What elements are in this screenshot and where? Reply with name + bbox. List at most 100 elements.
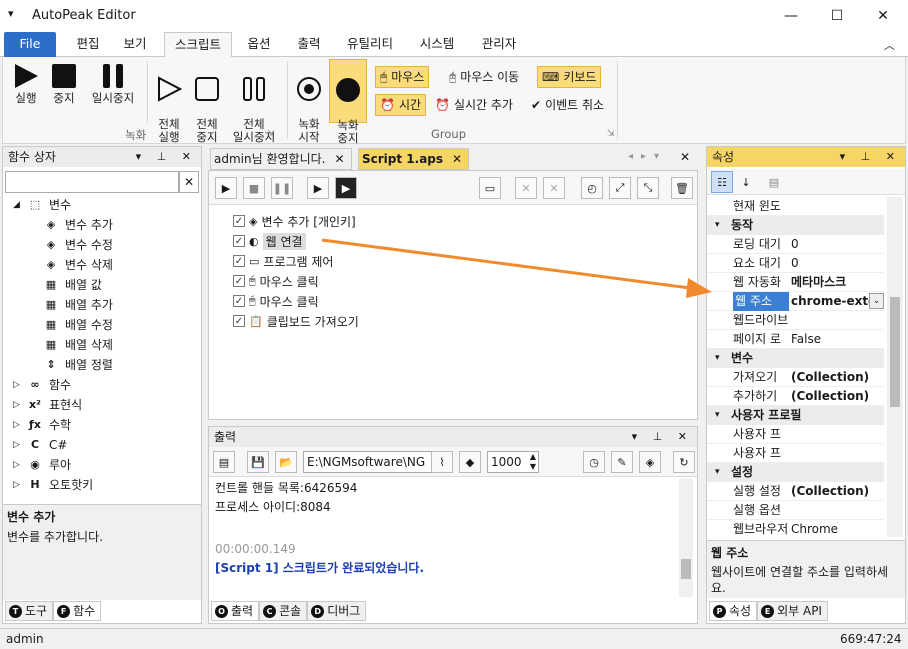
property-row[interactable]: 추가하기 (Collection) <box>707 387 884 406</box>
dialog-launcher-icon[interactable]: ⇲ <box>267 129 275 139</box>
property-row[interactable]: 웹드라이브 <box>707 311 884 330</box>
property-pages-icon[interactable]: ▤ <box>763 171 785 193</box>
stop-button[interactable]: 중지 <box>47 63 81 105</box>
property-value[interactable]: False <box>791 330 883 349</box>
property-category[interactable]: ▾ 사용자 프로필 <box>707 406 884 425</box>
property-row[interactable]: 사용자 프 <box>707 444 884 463</box>
event-cancel-button[interactable]: ✔ 이벤트 취소 <box>527 94 608 116</box>
expand-arrow-icon[interactable]: ▷ <box>13 435 21 455</box>
step-icon[interactable]: ▶ <box>307 177 329 199</box>
collapse-ribbon-icon[interactable]: ︿ <box>884 37 895 53</box>
quick-access-menu-icon[interactable]: ▾ <box>8 7 14 20</box>
delay-stepper[interactable]: 1000 ▲ ▼ <box>487 451 539 473</box>
record-start-button[interactable]: 녹화 시작 <box>291 63 327 144</box>
expand-icon[interactable]: ⤢ <box>609 177 631 199</box>
expand-arrow-icon[interactable]: ▷ <box>13 475 21 495</box>
line-checkbox[interactable]: ✓ <box>233 315 245 327</box>
tab-script-1[interactable]: Script 1.aps ✕ <box>358 148 470 170</box>
output-scrollbar[interactable] <box>679 479 693 597</box>
categorized-icon[interactable]: ☷ <box>711 171 733 193</box>
collapse-chevron-icon[interactable]: ▾ <box>715 406 720 425</box>
property-row[interactable]: 웹브라우저 Chrome <box>707 520 884 537</box>
script-line[interactable]: ✓ ◈ 변수 추가 [개인키] <box>233 211 356 231</box>
function-search-input[interactable] <box>5 171 179 193</box>
step-over-icon[interactable]: ▶ <box>335 177 357 199</box>
tree-category[interactable]: ▷ x² 표현식 <box>13 395 82 415</box>
run-script-icon[interactable]: ▶ <box>215 177 237 199</box>
scroll-thumb[interactable] <box>681 559 691 579</box>
maximize-button[interactable]: ☐ <box>814 0 860 32</box>
property-row[interactable]: 페이지 로 False <box>707 330 884 349</box>
property-row[interactable]: 웹 자동화 메타마스크 <box>707 273 884 292</box>
remove-all-icon[interactable]: ✕ <box>543 177 565 199</box>
paint-bucket-icon[interactable]: ◈ <box>639 451 661 473</box>
tree-item[interactable]: ◈ 변수 수정 <box>43 235 113 255</box>
pause-script-icon[interactable]: ❚❚ <box>271 177 293 199</box>
stepper-arrows-icon[interactable]: ▲ ▼ <box>530 452 536 472</box>
property-row[interactable]: 현재 윈도 <box>707 197 884 216</box>
run-all-button[interactable]: 전체 실행 <box>151 63 187 144</box>
property-value[interactable]: (Collection) <box>791 387 883 406</box>
property-value[interactable]: (Collection) <box>791 368 883 387</box>
tab-welcome[interactable]: admin님 환영합니다. ✕ <box>210 148 352 170</box>
property-row[interactable]: 실행 옵션 <box>707 501 884 520</box>
clear-search-icon[interactable]: ✕ <box>179 171 199 193</box>
tree-category[interactable]: ▷ ◉ 루아 <box>13 455 71 475</box>
record-stop-button[interactable]: 녹화 중지 <box>329 59 367 145</box>
output-path-field[interactable]: E:\NGMsoftware\NG <box>303 451 445 473</box>
collapse-chevron-icon[interactable]: ▾ <box>715 463 720 482</box>
property-row[interactable]: 요소 대기 0 <box>707 254 884 273</box>
tree-category[interactable]: ▷ C C# <box>13 435 67 455</box>
tab-file[interactable]: File <box>4 32 56 57</box>
property-row[interactable]: 사용자 프 <box>707 425 884 444</box>
mouse-move-button[interactable]: 🖰 마우스 이동 <box>445 66 523 88</box>
tree-item[interactable]: ◈ 변수 삭제 <box>43 255 113 275</box>
property-value[interactable]: 0 <box>791 235 883 254</box>
line-checkbox[interactable]: ✓ <box>233 255 245 267</box>
realtime-add-button[interactable]: ⏰ 실시간 추가 <box>431 94 517 116</box>
collapse-chevron-icon[interactable]: ▾ <box>715 349 720 368</box>
eraser-icon[interactable]: ◆ <box>459 451 481 473</box>
tree-item[interactable]: ◈ 변수 추가 <box>43 215 113 235</box>
line-checkbox[interactable]: ✓ <box>233 215 245 227</box>
close-editor-icon[interactable]: ✕ <box>680 150 690 164</box>
tab-scroll-controls[interactable]: ◂▸▾ <box>628 151 667 162</box>
line-checkbox[interactable]: ✓ <box>233 275 245 287</box>
sort-alpha-icon[interactable]: ↓ <box>735 171 757 193</box>
paintbrush-icon[interactable]: ✎ <box>611 451 633 473</box>
script-line[interactable]: ✓ ◐ 웹 연결 <box>233 231 306 251</box>
tab-properties[interactable]: P 속성 <box>709 601 758 621</box>
tab-console[interactable]: C 콘솔 <box>259 601 308 621</box>
properties-scrollbar[interactable] <box>887 197 903 537</box>
tree-category[interactable]: ◢ ⬚ 변수 <box>13 195 71 215</box>
tab-output-log[interactable]: O 출력 <box>211 601 260 621</box>
panel-controls[interactable]: ▾ ⊥ ✕ <box>632 427 693 447</box>
tab-output[interactable]: 출력 <box>288 32 330 57</box>
tab-tools[interactable]: T 도구 <box>5 601 54 621</box>
tab-debug[interactable]: D 디버그 <box>307 601 367 621</box>
tree-item[interactable]: ⇕ 배열 정렬 <box>43 355 113 375</box>
brush-clean-icon[interactable]: ⌇ <box>431 451 453 473</box>
property-row[interactable]: 로딩 대기 0 <box>707 235 884 254</box>
property-value[interactable]: 0 <box>791 254 883 273</box>
tree-category[interactable]: ▷ H 오토핫키 <box>13 475 93 495</box>
pause-button[interactable]: 일시중지 <box>85 63 141 105</box>
script-line[interactable]: ✓ ▭ 프로그램 제어 <box>233 251 333 271</box>
property-value[interactable]: 메타마스크 <box>791 273 883 292</box>
dialog-launcher-icon[interactable]: ⇲ <box>607 129 615 139</box>
tab-system[interactable]: 시스템 <box>410 32 464 57</box>
line-checkbox[interactable]: ✓ <box>233 295 245 307</box>
property-value[interactable]: (Collection) <box>791 482 883 501</box>
tree-category[interactable]: ▷ ƒx 수학 <box>13 415 71 435</box>
dropdown-arrow-icon[interactable]: ⌄ <box>869 293 884 309</box>
stop-script-icon[interactable]: ■ <box>243 177 265 199</box>
remove-icon[interactable]: ✕ <box>515 177 537 199</box>
keyboard-record-button[interactable]: ⌨ 키보드 <box>537 66 602 88</box>
tab-external-api[interactable]: E 외부 API <box>757 601 828 621</box>
tree-item[interactable]: ▦ 배열 삭제 <box>43 335 113 355</box>
mouse-record-button[interactable]: 🖱 마우스 <box>375 66 430 88</box>
expand-arrow-icon[interactable]: ▷ <box>13 375 21 395</box>
folder-icon[interactable]: 📂 <box>275 451 297 473</box>
time-record-button[interactable]: ⏰ 시간 <box>375 94 427 116</box>
panel-controls[interactable]: ▾ ⊥ ✕ <box>840 147 901 167</box>
